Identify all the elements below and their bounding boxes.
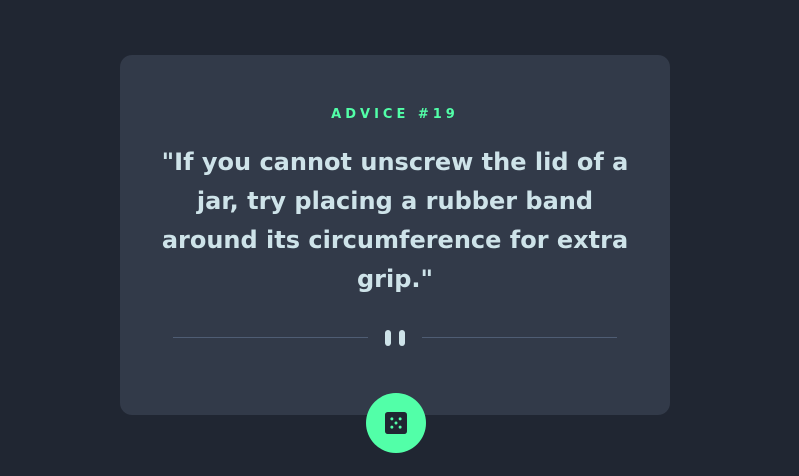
- pause-icon: [385, 330, 405, 346]
- advice-quote: "If you cannot unscrew the lid of a jar,…: [161, 148, 629, 293]
- divider-right-line: [422, 337, 617, 338]
- new-advice-button[interactable]: [366, 393, 426, 453]
- dice-icon: [385, 412, 407, 434]
- advice-card: ADVICE #19 "If you cannot unscrew the li…: [120, 55, 670, 415]
- advice-id-label: ADVICE #19: [331, 107, 459, 122]
- pause-bar-left: [385, 330, 391, 346]
- pause-bar-right: [399, 330, 405, 346]
- divider-left-line: [173, 337, 368, 338]
